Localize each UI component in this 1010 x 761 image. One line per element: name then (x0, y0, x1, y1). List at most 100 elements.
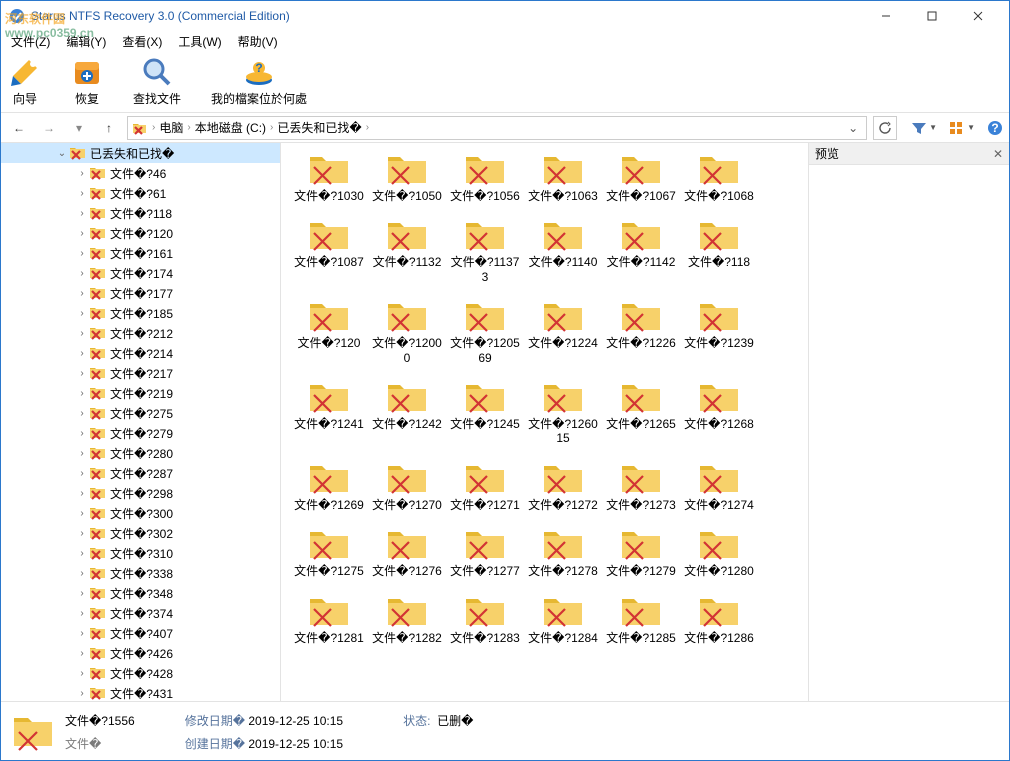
expand-icon[interactable]: › (75, 308, 89, 319)
expand-icon[interactable]: › (75, 608, 89, 619)
file-item[interactable]: 文件�?1276 (369, 524, 445, 580)
file-item[interactable]: 文件�?1242 (369, 377, 445, 448)
expand-icon[interactable]: › (75, 648, 89, 659)
file-item[interactable]: 文件�?1271 (447, 458, 523, 514)
tree-item[interactable]: ›文件�?214 (1, 343, 280, 363)
tree-item[interactable]: ›文件�?426 (1, 643, 280, 663)
folder-tree[interactable]: ⌄ 已丢失和已找� ›文件�?46›文件�?61›文件�?118›文件�?120… (1, 143, 281, 701)
file-item[interactable]: 文件�?1279 (603, 524, 679, 580)
file-item[interactable]: 文件�?11373 (447, 215, 523, 286)
file-list[interactable]: 文件�?1030文件�?1050文件�?1056文件�?1063文件�?1067… (281, 143, 809, 701)
tree-item[interactable]: ›文件�?177 (1, 283, 280, 303)
file-item[interactable]: 文件�?1030 (291, 149, 367, 205)
expand-icon[interactable]: › (75, 228, 89, 239)
menu-edit[interactable]: 编辑(Y) (60, 31, 112, 52)
expand-icon[interactable]: › (75, 688, 89, 699)
tree-item[interactable]: ›文件�?407 (1, 623, 280, 643)
preview-close-button[interactable]: ✕ (993, 147, 1003, 161)
tree-item[interactable]: ›文件�?300 (1, 503, 280, 523)
file-item[interactable]: 文件�?1087 (291, 215, 367, 286)
file-item[interactable]: 文件�?1283 (447, 591, 523, 647)
file-item[interactable]: 文件�?1274 (681, 458, 757, 514)
expand-icon[interactable]: › (75, 288, 89, 299)
filter-button[interactable]: ▼ (911, 121, 937, 135)
breadcrumb-computer[interactable]: 电脑 (159, 119, 183, 136)
collapse-icon[interactable]: ⌄ (55, 148, 69, 159)
expand-icon[interactable]: › (75, 328, 89, 339)
tree-item[interactable]: ›文件�?161 (1, 243, 280, 263)
file-item[interactable]: 文件�?1239 (681, 296, 757, 367)
file-item[interactable]: 文件�?1269 (291, 458, 367, 514)
expand-icon[interactable]: › (75, 388, 89, 399)
expand-icon[interactable]: › (75, 428, 89, 439)
expand-icon[interactable]: › (75, 348, 89, 359)
wizard-button[interactable]: 向导 (9, 56, 41, 107)
expand-icon[interactable]: › (75, 508, 89, 519)
refresh-button[interactable] (873, 116, 897, 140)
tree-item[interactable]: ›文件�?298 (1, 483, 280, 503)
tree-item[interactable]: ›文件�?431 (1, 683, 280, 701)
file-item[interactable]: 文件�?1132 (369, 215, 445, 286)
file-item[interactable]: 文件�?1281 (291, 591, 367, 647)
close-button[interactable] (955, 1, 1001, 31)
expand-icon[interactable]: › (75, 168, 89, 179)
tree-item[interactable]: ›文件�?279 (1, 423, 280, 443)
file-item[interactable]: 文件�?1265 (603, 377, 679, 448)
tree-item[interactable]: ›文件�?428 (1, 663, 280, 683)
tree-item[interactable]: ›文件�?219 (1, 383, 280, 403)
file-item[interactable]: 文件�?1245 (447, 377, 523, 448)
file-item[interactable]: 文件�?1277 (447, 524, 523, 580)
tree-item[interactable]: ›文件�?174 (1, 263, 280, 283)
file-item[interactable]: 文件�?1067 (603, 149, 679, 205)
tree-item[interactable]: ›文件�?302 (1, 523, 280, 543)
tree-item[interactable]: ›文件�?310 (1, 543, 280, 563)
file-item[interactable]: 文件�?120 (291, 296, 367, 367)
tree-item[interactable]: ›文件�?348 (1, 583, 280, 603)
up-button[interactable]: ↑ (97, 116, 121, 140)
tree-item[interactable]: ›文件�?118 (1, 203, 280, 223)
expand-icon[interactable]: › (75, 468, 89, 479)
minimize-button[interactable] (863, 1, 909, 31)
file-item[interactable]: 文件�?1241 (291, 377, 367, 448)
file-item[interactable]: 文件�?1056 (447, 149, 523, 205)
file-item[interactable]: 文件�?1068 (681, 149, 757, 205)
expand-icon[interactable]: › (75, 548, 89, 559)
file-item[interactable]: 文件�?1286 (681, 591, 757, 647)
tree-item[interactable]: ›文件�?280 (1, 443, 280, 463)
expand-icon[interactable]: › (75, 488, 89, 499)
file-item[interactable]: 文件�?120569 (447, 296, 523, 367)
menu-view[interactable]: 查看(X) (116, 31, 168, 52)
file-item[interactable]: 文件�?1284 (525, 591, 601, 647)
expand-icon[interactable]: › (75, 668, 89, 679)
file-item[interactable]: 文件�?1140 (525, 215, 601, 286)
tree-item[interactable]: ›文件�?120 (1, 223, 280, 243)
tree-item[interactable]: ›文件�?338 (1, 563, 280, 583)
tree-item[interactable]: ›文件�?46 (1, 163, 280, 183)
find-button[interactable]: 查找文件 (133, 56, 181, 107)
forward-button[interactable]: → (37, 116, 61, 140)
file-item[interactable]: 文件�?1280 (681, 524, 757, 580)
where-button[interactable]: ? 我的檔案位於何處 (211, 56, 307, 107)
file-item[interactable]: 文件�?118 (681, 215, 757, 286)
tree-item[interactable]: ›文件�?217 (1, 363, 280, 383)
expand-icon[interactable]: › (75, 248, 89, 259)
recover-button[interactable]: 恢复 (71, 56, 103, 107)
file-item[interactable]: 文件�?1278 (525, 524, 601, 580)
expand-icon[interactable]: › (75, 568, 89, 579)
file-item[interactable]: 文件�?126015 (525, 377, 601, 448)
tree-item[interactable]: ›文件�?61 (1, 183, 280, 203)
tree-root[interactable]: ⌄ 已丢失和已找� (1, 143, 280, 163)
breadcrumb-current[interactable]: 已丢失和已找� (277, 119, 361, 136)
back-button[interactable]: ← (7, 116, 31, 140)
file-item[interactable]: 文件�?1226 (603, 296, 679, 367)
file-item[interactable]: 文件�?1142 (603, 215, 679, 286)
tree-item[interactable]: ›文件�?212 (1, 323, 280, 343)
expand-icon[interactable]: › (75, 588, 89, 599)
file-item[interactable]: 文件�?1224 (525, 296, 601, 367)
tree-item[interactable]: ›文件�?275 (1, 403, 280, 423)
file-item[interactable]: 文件�?1050 (369, 149, 445, 205)
breadcrumb-disk[interactable]: 本地磁盘 (C:) (195, 119, 266, 136)
menu-help[interactable]: 帮助(V) (232, 31, 284, 52)
expand-icon[interactable]: › (75, 368, 89, 379)
expand-icon[interactable]: › (75, 408, 89, 419)
